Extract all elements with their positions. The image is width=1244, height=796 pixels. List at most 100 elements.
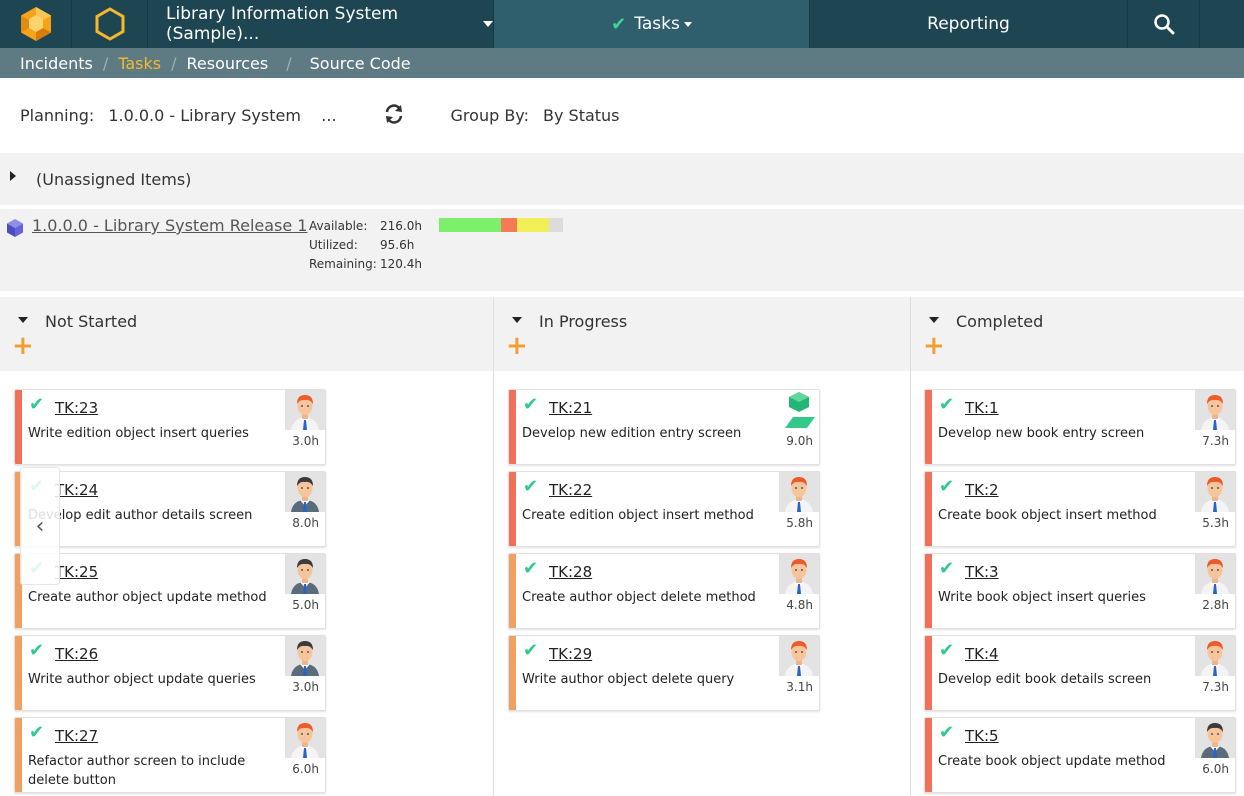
task-description: Write edition object insert queries	[28, 426, 249, 441]
avatar	[1195, 390, 1235, 430]
separator: /	[171, 53, 177, 73]
unassigned-items-label: (Unassigned Items)	[36, 169, 192, 189]
subnav-item-tasks[interactable]: Tasks	[118, 54, 161, 73]
task-card[interactable]: ✔ TK:23 Write edition object insert querie…	[14, 389, 326, 465]
tab-tasks[interactable]: ✔ Tasks	[494, 0, 810, 48]
priority-stripe	[925, 390, 932, 464]
remaining-label: Remaining:	[309, 257, 377, 271]
chevron-down-icon	[483, 21, 493, 27]
planning-label: Planning:	[20, 106, 95, 125]
search-button[interactable]	[1128, 0, 1200, 48]
release-cube-icon	[7, 219, 23, 237]
task-id-link[interactable]: TK:26	[55, 645, 98, 663]
task-description: Develop new book entry screen	[938, 426, 1145, 441]
task-hours: 2.8h	[1202, 598, 1229, 612]
capacity-segment	[517, 218, 550, 232]
planning-selector[interactable]: 1.0.0.0 - Library System ...	[108, 106, 336, 125]
task-hours: 8.0h	[292, 516, 319, 530]
collapse-sidebar-button[interactable]: ‹	[20, 467, 60, 585]
task-id-link[interactable]: TK:28	[549, 563, 592, 581]
task-card[interactable]: ✔ TK:21 Develop new edition entry screen 9.…	[508, 389, 820, 465]
collapse-arrow-icon[interactable]	[929, 317, 939, 323]
task-card[interactable]: ✔TK:25Create author object update method…	[14, 553, 326, 629]
task-id-link[interactable]: TK:21	[549, 399, 592, 417]
task-check-icon: ✔	[939, 394, 955, 415]
release-link[interactable]: 1.0.0.0 - Library System Release 1	[32, 216, 307, 235]
task-hours: 7.3h	[1202, 680, 1229, 694]
group-by-selector[interactable]: By Status	[543, 106, 620, 125]
task-card[interactable]: ✔ TK:27 Refactor author screen to include …	[14, 717, 326, 793]
priority-stripe	[509, 636, 516, 710]
task-card[interactable]: ✔ TK:29 Write author object delete query 3.…	[508, 635, 820, 711]
task-check-icon: ✔	[939, 722, 955, 743]
release-row: 1.0.0.0 - Library System Release 1 Avail…	[0, 209, 1244, 291]
avatar	[1195, 718, 1235, 758]
tab-reporting[interactable]: Reporting	[810, 0, 1128, 48]
task-card[interactable]: ✔ TK:22 Create edition object insert metho…	[508, 471, 820, 547]
avatar	[779, 472, 819, 512]
task-hours: 9.0h	[786, 434, 813, 448]
tab-reporting-label: Reporting	[927, 14, 1010, 34]
task-hours: 3.0h	[292, 434, 319, 448]
task-check-icon: ✔	[523, 476, 539, 497]
task-id-link[interactable]: TK:23	[55, 399, 98, 417]
avatar	[285, 554, 325, 594]
column-divider	[493, 297, 494, 796]
priority-stripe	[925, 636, 932, 710]
avatar	[285, 472, 325, 512]
collapse-arrow-icon[interactable]	[512, 317, 522, 323]
task-hours: 5.3h	[1202, 516, 1229, 530]
task-id-link[interactable]: TK:3	[965, 563, 999, 581]
task-id-link[interactable]: TK:5	[965, 727, 999, 745]
task-id-link[interactable]: TK:22	[549, 481, 592, 499]
task-check-icon: ✔	[523, 394, 539, 415]
task-id-link[interactable]: TK:4	[965, 645, 999, 663]
task-id-link[interactable]: TK:1	[965, 399, 999, 417]
task-hours: 6.0h	[292, 762, 319, 776]
add-task-button[interactable]: +	[12, 333, 34, 359]
collapse-arrow-icon[interactable]	[18, 317, 28, 323]
separator: /	[102, 53, 109, 73]
priority-stripe	[15, 636, 22, 710]
task-description: Write author object delete query	[522, 672, 735, 687]
subnav-item-resources[interactable]: Resources	[187, 54, 269, 73]
task-id-link[interactable]: TK:27	[55, 727, 98, 745]
column-title: Completed	[956, 312, 1044, 331]
product-home-button[interactable]	[72, 0, 148, 48]
group-by-label: Group By:	[450, 106, 529, 125]
task-card[interactable]: ✔ TK:1 Develop new book entry screen 7.3h	[924, 389, 1236, 465]
task-card[interactable]: ✔ TK:5 Create book object update method 6.0…	[924, 717, 1236, 793]
subnav-item-incidents[interactable]: Incidents	[20, 54, 93, 73]
task-id-link[interactable]: TK:25	[55, 563, 98, 581]
unassigned-items-row[interactable]: (Unassigned Items)	[0, 153, 1244, 205]
app-logo[interactable]	[0, 0, 72, 48]
avatar	[1195, 554, 1235, 594]
task-description: Create author object update method	[28, 590, 267, 605]
priority-stripe	[509, 390, 516, 464]
task-check-icon: ✔	[939, 476, 955, 497]
task-hours: 4.8h	[786, 598, 813, 612]
project-selector[interactable]: Library Information System (Sample)...	[148, 0, 494, 48]
task-card[interactable]: ✔TK:24Develop edit author details screen…	[14, 471, 326, 547]
column-header-in-progress: In Progress +	[494, 297, 910, 371]
expand-arrow-icon[interactable]	[10, 171, 16, 181]
task-id-link[interactable]: TK:2	[965, 481, 999, 499]
task-card[interactable]: ✔ TK:2 Create book object insert method 5.3…	[924, 471, 1236, 547]
refresh-button[interactable]	[383, 103, 405, 129]
column-header-not-started: Not Started +	[0, 297, 493, 371]
task-description: Create book object update method	[938, 754, 1166, 769]
task-id-link[interactable]: TK:24	[55, 481, 98, 499]
capacity-segment	[549, 218, 563, 232]
task-card[interactable]: ✔ TK:26 Write author object update queries…	[14, 635, 326, 711]
subnav-item-source-code[interactable]: Source Code	[310, 54, 411, 73]
refresh-icon	[385, 103, 402, 124]
task-card[interactable]: ✔ TK:4 Develop edit book details screen 7.3…	[924, 635, 1236, 711]
capacity-bar	[439, 218, 563, 232]
task-card[interactable]: ✔ TK:3 Write book object insert queries 2.8…	[924, 553, 1236, 629]
task-id-link[interactable]: TK:29	[549, 645, 592, 663]
task-card[interactable]: ✔ TK:28 Create author object delete method…	[508, 553, 820, 629]
add-task-button[interactable]: +	[923, 333, 945, 359]
task-check-icon: ✔	[939, 640, 955, 661]
task-check-icon: ✔	[523, 640, 539, 661]
add-task-button[interactable]: +	[506, 333, 528, 359]
